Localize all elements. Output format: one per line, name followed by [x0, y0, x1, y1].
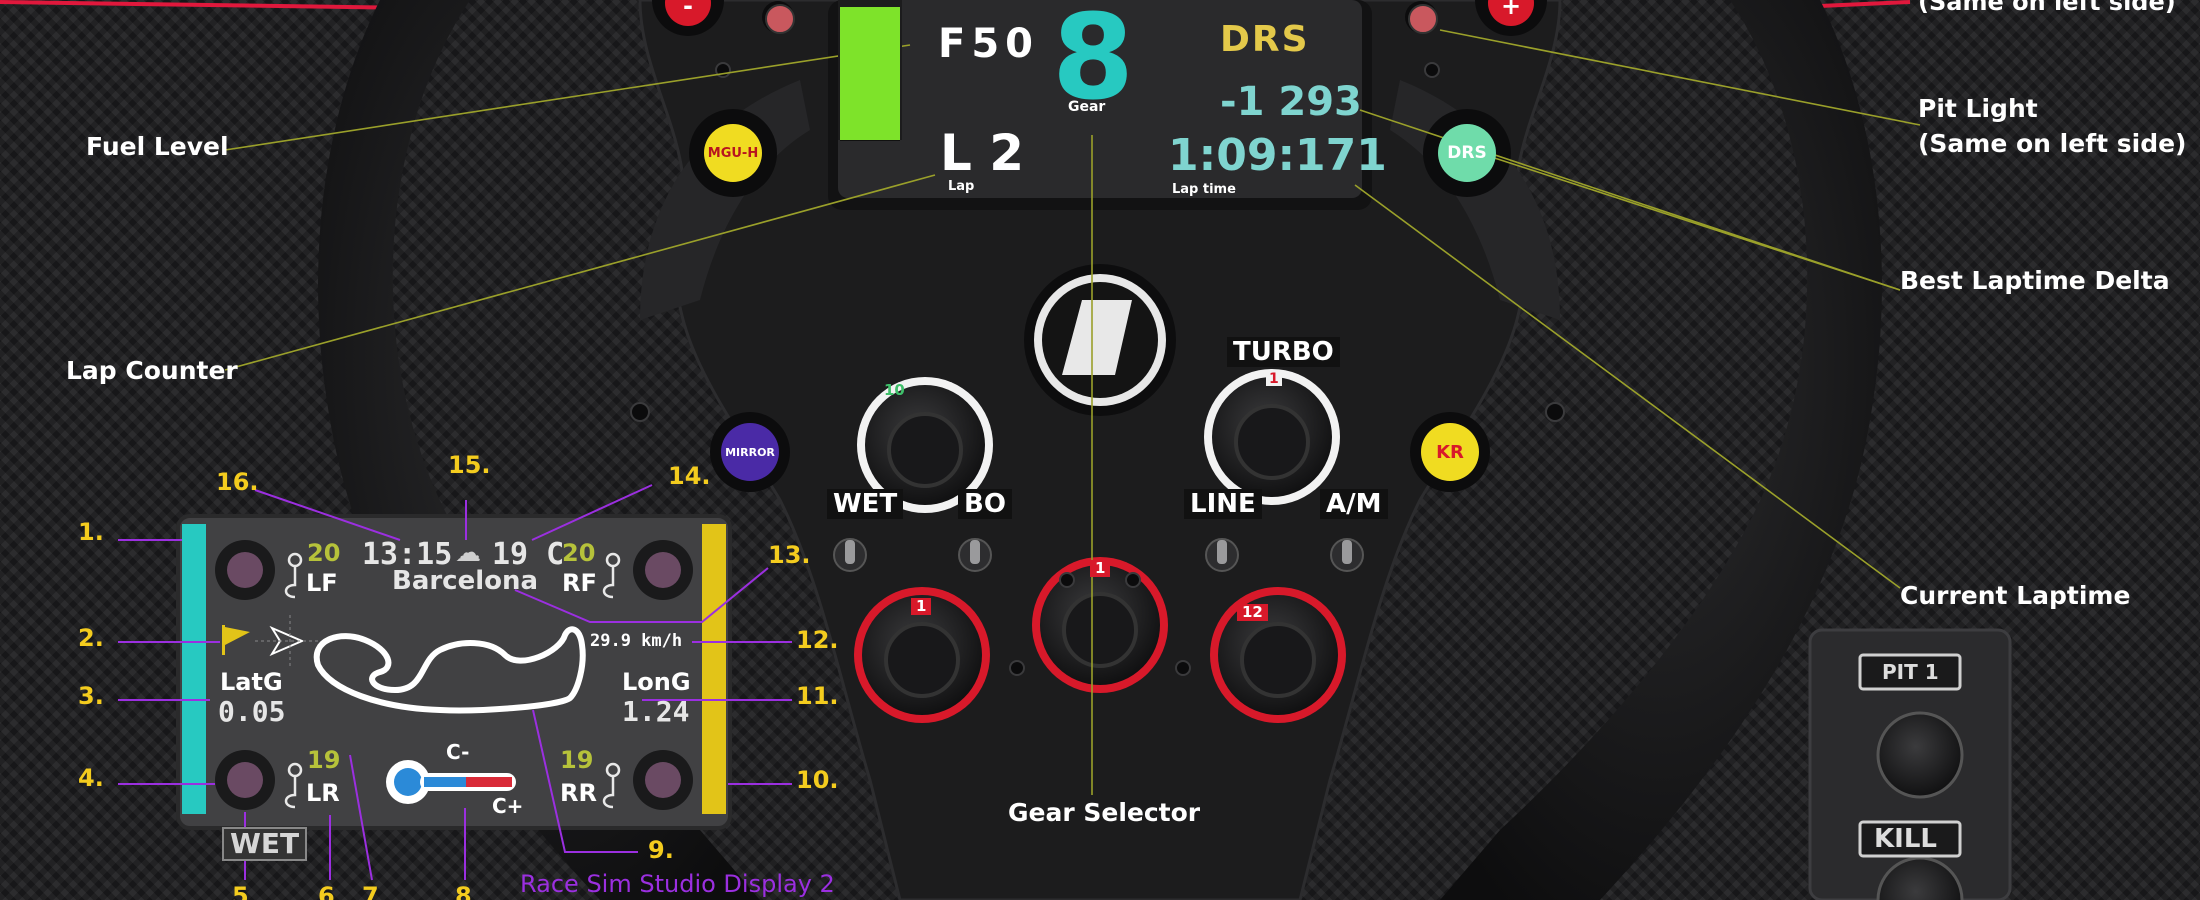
turbo-label: TURBO: [1227, 337, 1340, 367]
dash2-num-15: 15.: [448, 451, 491, 479]
dash2-lr-temp: 19: [307, 746, 341, 774]
dash2-latg-label: LatG: [220, 668, 283, 696]
dash2-rf-temp: 20: [562, 539, 596, 567]
callout-gear-selector: Gear Selector: [1008, 798, 1201, 827]
dash2-num-7: 7: [362, 882, 379, 900]
dash2-rr-label: RR: [560, 779, 597, 807]
bottom-center-rotary-value: 1: [1090, 560, 1111, 577]
mirror-button[interactable]: MIRROR: [721, 423, 779, 481]
dash2-lf-temp: 20: [307, 539, 341, 567]
drs-button-label: DRS: [1447, 143, 1487, 163]
display-delta: -1 293: [1220, 79, 1362, 125]
wet-bottom-label: WET: [222, 827, 308, 861]
plus-button-label: +: [1500, 0, 1522, 20]
bottom-right-rotary-value: 12: [1237, 604, 1268, 621]
left-rotary-value: 10: [884, 381, 905, 399]
am-label: A/M: [1320, 489, 1388, 519]
display-drs: DRS: [1220, 19, 1310, 60]
dash2-right-bar: [702, 524, 726, 814]
display-lap-value: L 2: [940, 124, 1025, 182]
dash2-latg-value: 0.05: [218, 695, 286, 728]
dash2-tc-minus: C-: [446, 740, 470, 764]
mirror-button-label: MIRROR: [725, 445, 775, 459]
display-lap-caption: Lap: [948, 179, 975, 194]
dash2-num-4: 4.: [78, 764, 104, 792]
dash2-num-5: 5: [232, 882, 249, 900]
dash2-lf-label: LF: [306, 569, 338, 597]
top-right-note: (Same on left side): [1918, 0, 2176, 16]
mguh-button-label: MGU-H: [707, 145, 759, 161]
callout-best-laptime-delta: Best Laptime Delta: [1900, 266, 2170, 295]
drs-button[interactable]: DRS: [1438, 124, 1496, 182]
display-gear-caption: Gear: [1068, 99, 1106, 115]
dash2-num-6: 6: [318, 882, 335, 900]
dash2-speed: 29.9 km/h: [590, 631, 683, 651]
left-red-glow: [0, 0, 421, 10]
dash2-num-13: 13.: [768, 541, 811, 569]
dash2-num-14: 14.: [668, 462, 711, 490]
dash2-num-10: 10.: [796, 766, 839, 794]
dash2-num-3: 3.: [78, 682, 104, 710]
callout-pit-light-line1: Pit Light: [1918, 94, 2038, 123]
display-laptime: 1:09:171: [1168, 130, 1387, 181]
line-label: LINE: [1184, 489, 1262, 519]
dash2-num-12: 12.: [796, 626, 839, 654]
pit-light-left: [765, 4, 795, 34]
dash2-weather-icon: ☁: [455, 538, 481, 568]
dash2-num-2: 2.: [78, 624, 104, 652]
callout-pit-light-line2: (Same on left side): [1918, 129, 2187, 158]
dash2-track: Barcelona: [392, 566, 539, 596]
dash2-num-8: 8: [455, 882, 472, 900]
dash2-left-bar: [182, 524, 206, 814]
dash2-tc-plus: C+: [492, 794, 524, 818]
dash2-lr-label: LR: [306, 779, 340, 807]
kill-label: KILL: [1874, 824, 1937, 854]
pit-label: PIT 1: [1882, 660, 1939, 684]
wet-label: WET: [827, 489, 904, 519]
dash2-longg-label: LonG: [622, 668, 691, 696]
callout-current-laptime: Current Laptime: [1900, 581, 2131, 610]
minus-button-label: -: [683, 0, 693, 20]
dash2-flag-pole: [222, 625, 225, 655]
pit-light-right: [1408, 4, 1438, 34]
callout-lap-counter: Lap Counter: [66, 356, 238, 385]
dash2-title: Race Sim Studio Display 2: [520, 870, 835, 898]
dash2-longg-value: 1.24: [622, 695, 690, 728]
bottom-left-rotary-value: 1: [911, 598, 932, 615]
callout-fuel-level: Fuel Level: [86, 132, 229, 161]
dash2-num-11: 11.: [796, 682, 839, 710]
mguh-button[interactable]: MGU-H: [704, 124, 762, 182]
dash2-rf-label: RF: [562, 569, 597, 597]
display-laptime-caption: Lap time: [1172, 182, 1236, 197]
kr-button[interactable]: KR: [1421, 423, 1479, 481]
kr-button-label: KR: [1436, 441, 1464, 463]
bo-label: BO: [958, 489, 1012, 519]
steering-wheel-scene: (Same on left side) Fuel Level Lap Count…: [0, 0, 2200, 900]
turbo-rotary-value: 1: [1266, 372, 1282, 386]
dash2-num-1: 1.: [78, 518, 104, 546]
dash2-rr-temp: 19: [560, 746, 594, 774]
display-fuel-code: F50: [938, 21, 1039, 67]
dash2-num-16: 16.: [216, 468, 259, 496]
dash2-num-9: 9.: [648, 836, 674, 864]
fuel-level-bar: [840, 0, 900, 141]
